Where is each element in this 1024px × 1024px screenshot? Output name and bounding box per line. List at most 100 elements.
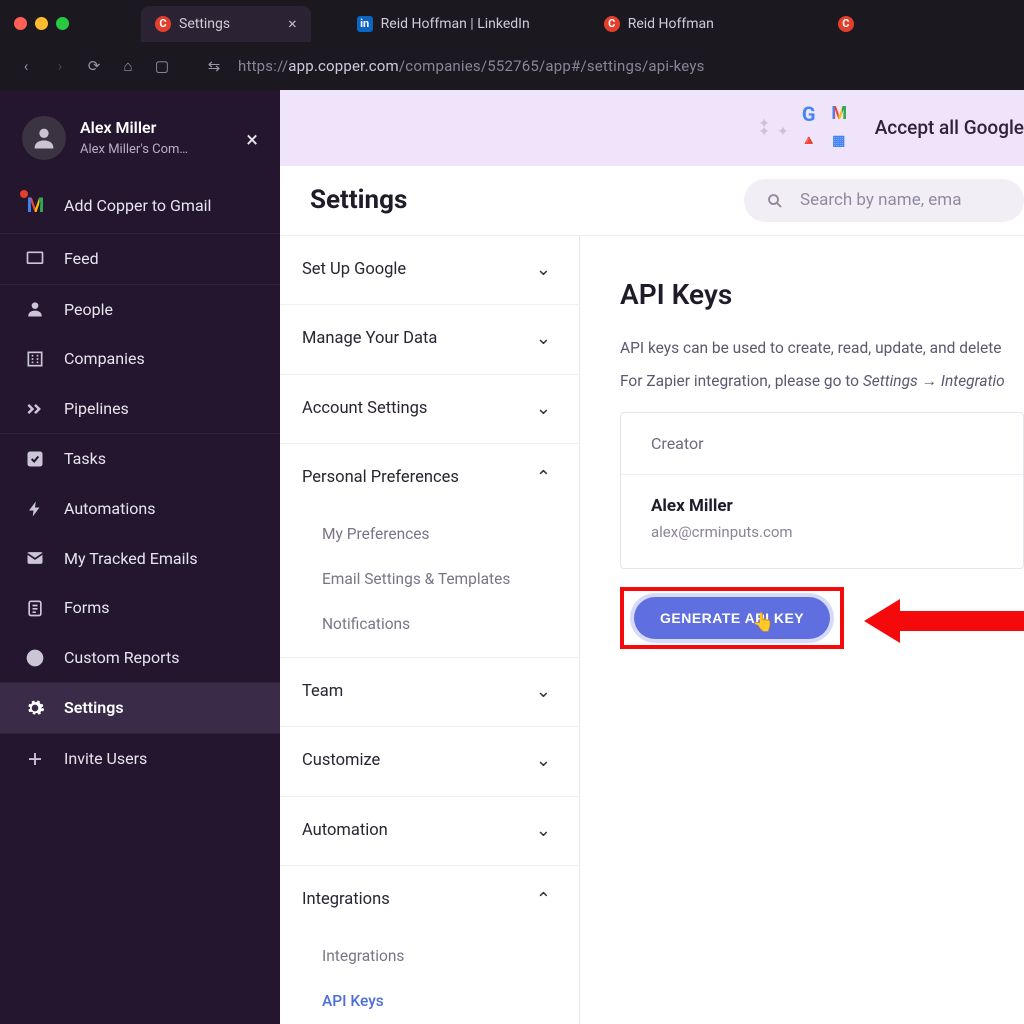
sidebar-item-label: Automations xyxy=(64,498,155,520)
settings-nav: Set Up Google ⌄ Manage Your Data ⌄ Accou… xyxy=(280,236,580,1024)
window-controls xyxy=(14,17,69,30)
panel-title: API Keys xyxy=(620,276,1024,314)
mail-icon xyxy=(24,548,46,568)
address-bar[interactable]: https://app.copper.com/companies/552765/… xyxy=(238,56,705,76)
user-name: Alex Miller xyxy=(80,117,188,139)
copper-favicon-icon: C xyxy=(155,16,171,32)
settings-nav-label: Manage Your Data xyxy=(302,328,437,350)
sidebar-item-label: Pipelines xyxy=(64,398,129,420)
browser-tab-settings[interactable]: C Settings × xyxy=(141,6,311,42)
settings-nav-label: Team xyxy=(302,681,343,703)
gmail-icon: M xyxy=(24,192,46,219)
settings-nav-label: Integrations xyxy=(302,889,390,911)
user-company: Alex Miller's Com… xyxy=(80,141,188,159)
chevron-down-icon: ⌄ xyxy=(536,397,551,421)
panel-desc-1: API keys can be used to create, read, up… xyxy=(620,338,1024,359)
linkedin-favicon-icon: in xyxy=(357,16,373,32)
browser-toolbar: ‹ › ⟳ ⌂ ▢ ⇆ https://app.copper.com/compa… xyxy=(0,42,1024,90)
sidebar-item-pipelines[interactable]: Pipelines xyxy=(0,384,280,435)
panel-desc-2: For Zapier integration, please go to Set… xyxy=(620,371,1024,392)
profile-block[interactable]: Alex Miller Alex Miller's Com… × xyxy=(0,102,280,178)
site-settings-icon[interactable]: ⇆ xyxy=(204,56,224,76)
sidebar-item-custom-reports[interactable]: Custom Reports xyxy=(0,633,280,684)
back-icon[interactable]: ‹ xyxy=(16,56,36,76)
browser-tab-copper[interactable]: C Reid Hoffman xyxy=(544,6,728,42)
browser-titlebar: C Settings × in Reid Hoffman | LinkedIn … xyxy=(0,0,1024,42)
bookmark-icon[interactable]: ▢ xyxy=(152,56,172,76)
chevron-down-icon: ⌄ xyxy=(536,327,551,351)
chevron-down-icon: ⌄ xyxy=(536,680,551,704)
search-input[interactable]: Search by name, ema xyxy=(744,179,1024,222)
sidebar-item-label: Add Copper to Gmail xyxy=(64,195,211,217)
chevrons-icon xyxy=(24,399,46,419)
settings-nav-label: Set Up Google xyxy=(302,259,406,281)
settings-nav-manage-data[interactable]: Manage Your Data ⌄ xyxy=(280,305,579,374)
settings-nav-label: Automation xyxy=(302,820,388,842)
settings-nav-integrations[interactable]: Integrations ⌃ xyxy=(280,866,579,934)
sidebar-item-tasks[interactable]: Tasks xyxy=(0,434,280,484)
settings-nav-integrations-sub[interactable]: Integrations xyxy=(280,934,579,979)
window-close-icon[interactable] xyxy=(14,17,27,30)
sidebar-item-feed[interactable]: Feed xyxy=(0,234,280,284)
settings-nav-label: Personal Preferences xyxy=(302,467,459,489)
forward-icon[interactable]: › xyxy=(50,56,70,76)
cursor-icon: 👆 xyxy=(752,611,774,635)
close-icon[interactable]: × xyxy=(246,126,258,156)
sidebar-item-tracked-emails[interactable]: My Tracked Emails xyxy=(0,534,280,584)
tab-label: Reid Hoffman | LinkedIn xyxy=(381,15,530,34)
sidebar-item-people[interactable]: People xyxy=(0,284,280,335)
sidebar-item-forms[interactable]: Forms xyxy=(0,583,280,633)
reload-icon[interactable]: ⟳ xyxy=(84,56,104,76)
generate-api-key-button[interactable]: GENERATE API KEY xyxy=(634,597,830,639)
sidebar-item-companies[interactable]: Companies xyxy=(0,334,280,384)
settings-nav-notifications[interactable]: Notifications xyxy=(280,602,579,658)
settings-nav-setup-google[interactable]: Set Up Google ⌄ xyxy=(280,236,579,305)
sidebar-item-label: People xyxy=(64,299,113,321)
sidebar-item-invite-users[interactable]: Invite Users xyxy=(0,733,280,784)
sidebar-item-label: My Tracked Emails xyxy=(64,548,198,570)
card-header: Creator xyxy=(621,413,1023,476)
sidebar-item-automations[interactable]: Automations xyxy=(0,484,280,534)
settings-nav-automation[interactable]: Automation ⌄ xyxy=(280,797,579,866)
browser-tab-extra[interactable]: C xyxy=(728,6,868,42)
annotation-highlight: GENERATE API KEY 👆 xyxy=(620,587,844,649)
settings-nav-api-keys[interactable]: API Keys xyxy=(280,979,579,1024)
settings-nav-team[interactable]: Team ⌄ xyxy=(280,658,579,727)
settings-nav-email-templates[interactable]: Email Settings & Templates xyxy=(280,557,579,602)
chevron-down-icon: ⌄ xyxy=(536,819,551,843)
chevron-up-icon: ⌃ xyxy=(536,888,551,912)
settings-nav-customize[interactable]: Customize ⌄ xyxy=(280,727,579,796)
settings-nav-label: Customize xyxy=(302,750,380,772)
settings-nav-my-preferences[interactable]: My Preferences xyxy=(280,512,579,557)
tab-label: Reid Hoffman xyxy=(628,15,714,34)
sidebar-item-settings[interactable]: Settings xyxy=(0,683,280,733)
sidebar-item-label: Custom Reports xyxy=(64,647,179,669)
sidebar-item-label: Companies xyxy=(64,348,145,370)
google-banner[interactable]: ✦✦ ✦ G M 🔺 ▦ Accept all Google xyxy=(280,90,1024,166)
window-maximize-icon[interactable] xyxy=(56,17,69,30)
chevron-up-icon: ⌃ xyxy=(536,466,551,490)
settings-nav-personal-prefs[interactable]: Personal Preferences ⌃ xyxy=(280,444,579,512)
google-app-icons: G M 🔺 ▦ xyxy=(797,103,851,154)
search-icon xyxy=(766,192,784,210)
close-tab-icon[interactable]: × xyxy=(238,13,297,35)
building-icon xyxy=(24,349,46,369)
home-icon[interactable]: ⌂ xyxy=(118,56,138,76)
person-icon xyxy=(24,299,46,319)
plus-icon xyxy=(24,750,46,768)
creator-email: alex@crminputs.com xyxy=(651,522,993,542)
settings-nav-account[interactable]: Account Settings ⌄ xyxy=(280,375,579,444)
banner-text: Accept all Google xyxy=(875,115,1024,141)
copper-favicon-icon: C xyxy=(604,16,620,32)
tab-label: Settings xyxy=(179,15,230,34)
monitor-icon xyxy=(24,249,46,269)
settings-nav-label: Account Settings xyxy=(302,398,427,420)
gear-icon xyxy=(24,698,46,718)
bolt-icon xyxy=(24,499,46,519)
sidebar-item-label: Feed xyxy=(64,248,99,270)
page-title: Settings xyxy=(310,183,407,218)
browser-tab-linkedin[interactable]: in Reid Hoffman | LinkedIn xyxy=(343,6,544,42)
sidebar-item-gmail[interactable]: M Add Copper to Gmail xyxy=(0,178,280,234)
window-minimize-icon[interactable] xyxy=(35,17,48,30)
sidebar-item-label: Invite Users xyxy=(64,748,147,770)
